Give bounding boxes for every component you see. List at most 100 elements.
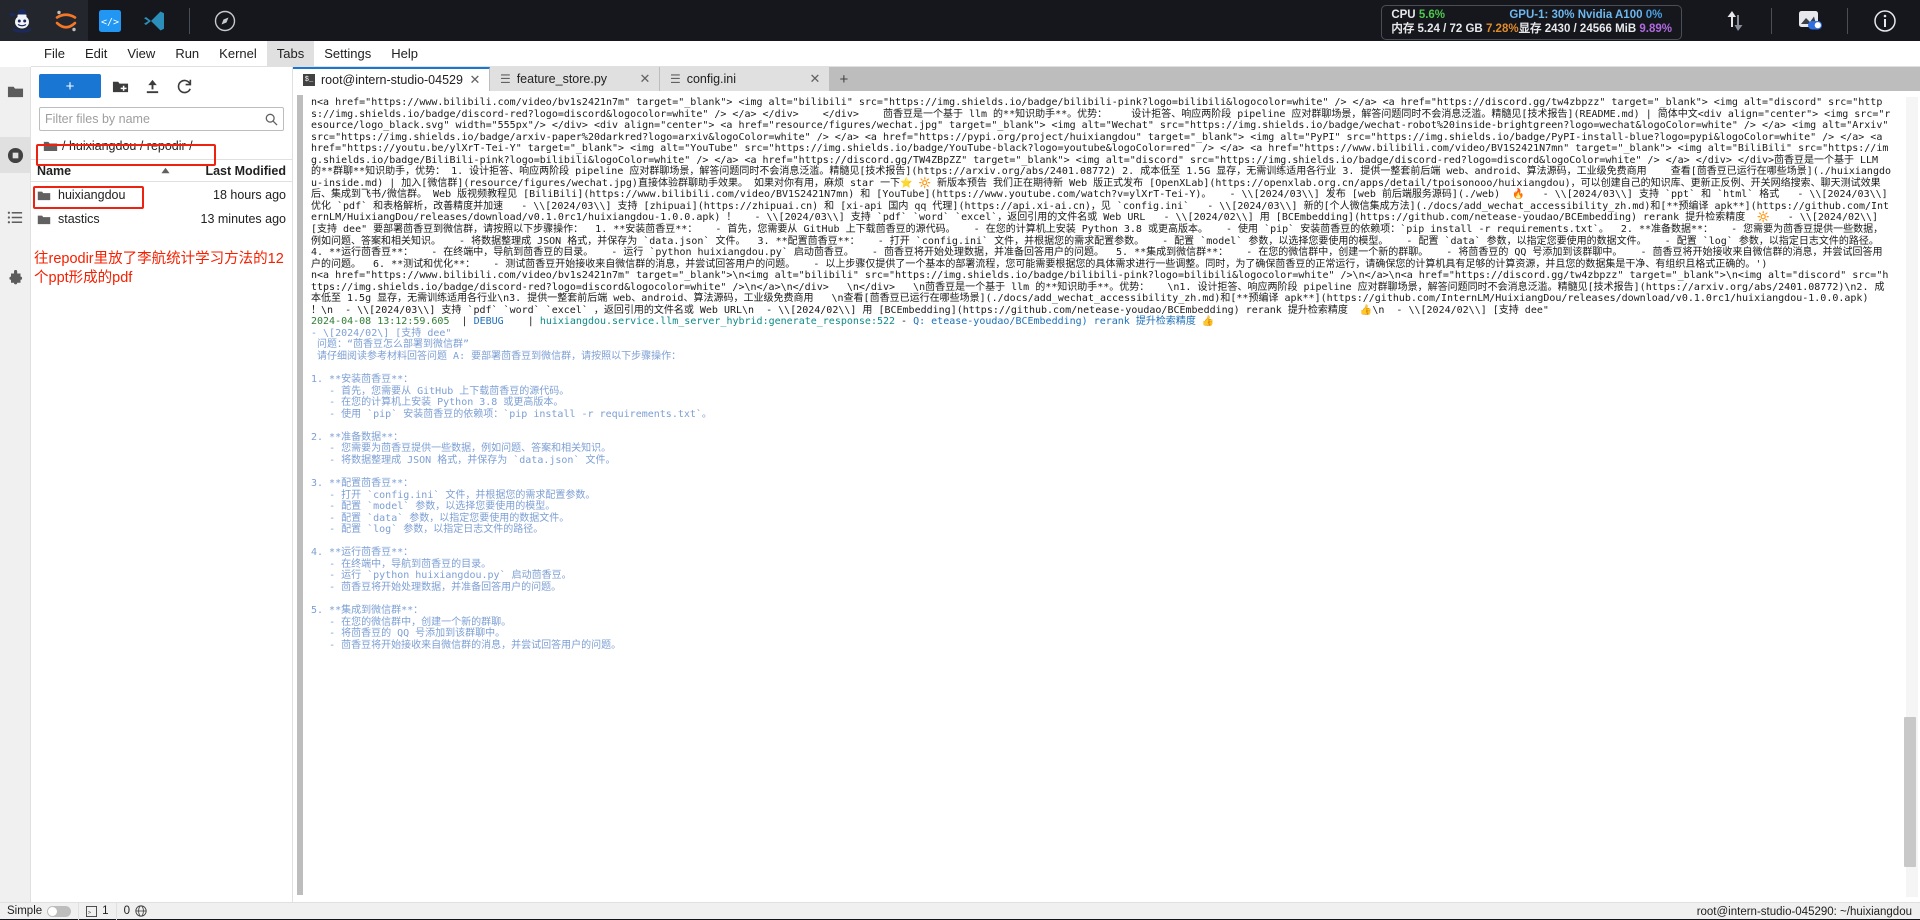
tab-feature-store[interactable]: ☰ feature_store.py ✕ <box>490 67 660 91</box>
rail-top-spacer <box>0 41 31 67</box>
sidebar-rail <box>0 67 31 919</box>
terminal-body-line: - 茴香豆将开始处理数据，并准备回答用户的问题。 <box>311 582 1891 594</box>
memory-percent: 7.28% <box>1486 23 1519 35</box>
close-icon[interactable]: ✕ <box>469 72 481 88</box>
vram-label: 显存 <box>1519 23 1542 35</box>
vram-value: 2430 / 24566 MiB <box>1545 23 1636 35</box>
breadcrumb[interactable]: / huixiangdou / repodir / <box>39 135 284 157</box>
add-tab-button[interactable]: + <box>830 67 858 91</box>
terminal-scrollbar-track[interactable] <box>1906 97 1918 897</box>
studio-logo-icon[interactable] <box>0 0 44 41</box>
jupyter-icon[interactable] <box>44 0 88 41</box>
terminal-body-line: - 打开 `config.ini` 文件，并根据您的需求配置参数。 <box>311 490 1891 502</box>
kernels-count: 0 <box>124 905 130 917</box>
terminal-body-line: 4. **运行茴香豆**： <box>311 547 1891 559</box>
file-text-icon: ☰ <box>670 72 681 86</box>
list-item-name: huixiangdou <box>58 188 125 202</box>
statusbar-kernels[interactable]: 0 <box>117 903 154 920</box>
terminal-body-line: - 配置 `log` 参数，以指定日志文件的路径。 <box>311 524 1891 536</box>
search-icon <box>265 113 278 126</box>
terminal-viewport[interactable]: n<a href="https://www.bilibili.com/video… <box>297 95 1897 895</box>
svg-text:</>: </> <box>101 17 119 28</box>
column-header-name[interactable]: Name <box>37 164 71 178</box>
terminal-body-line: - 配置 `model` 参数，以选择您要使用的模型。 <box>311 501 1891 513</box>
gpu-value: 0% <box>1646 9 1663 21</box>
topbar-divider <box>189 8 190 34</box>
compass-icon[interactable] <box>203 0 247 41</box>
menu-view[interactable]: View <box>117 41 165 67</box>
terminal-raw-line: n<a href="https://www.bilibili.com/video… <box>311 270 1891 305</box>
list-icon <box>7 209 24 226</box>
file-browser-toolbar: + <box>31 67 292 105</box>
terminal-body-line: - 在您的微信群中，创建一个新的群聊。 <box>311 617 1891 629</box>
search-input[interactable] <box>45 112 265 126</box>
menu-file[interactable]: File <box>34 41 75 67</box>
terminal-body-line: - 配置 `data` 参数，以指定您要使用的数据文件。 <box>311 513 1891 525</box>
search-box[interactable] <box>39 107 284 131</box>
terminal-body-line: - 运行 `python huixiangdou.py` 启动茴香豆。 <box>311 570 1891 582</box>
terminal-body-line: 3. **配置茴香豆**： <box>311 478 1891 490</box>
terminal-blank-line <box>311 420 1891 432</box>
tab-terminal[interactable]: $_ root@intern-studio-04529 ✕ <box>293 67 490 91</box>
cpu-label: CPU <box>1391 9 1415 21</box>
statusbar-terminals[interactable]: > 1 <box>79 903 116 920</box>
terminal-body-line: - 首先，您需要从 GitHub 上下载茴香豆的源代码。 <box>311 386 1891 398</box>
statusbar-prompt: root@intern-studio-045290: ~/huixiangdou <box>1697 906 1912 918</box>
new-launcher-button[interactable]: + <box>39 74 101 98</box>
vram-percent: 9.89% <box>1639 23 1672 35</box>
stop-circle-icon <box>7 147 24 164</box>
globe-icon <box>135 905 147 917</box>
terminal-log-line: 2024-04-08 13:12:59.605 | DEBUG | huixia… <box>311 316 1891 328</box>
simple-mode-toggle[interactable] <box>47 906 71 917</box>
menu-run[interactable]: Run <box>165 41 209 67</box>
tab-label: config.ini <box>687 72 803 86</box>
code-server-icon[interactable]: </> <box>88 0 132 41</box>
terminal-body-line: 请仔细阅读参考材料回答问题 A: 要部署茴香豆到微信群，请按照以下步骤操作： <box>311 351 1891 363</box>
sidebar-item-running[interactable] <box>0 137 31 173</box>
menu-tabs[interactable]: Tabs <box>267 41 314 67</box>
column-header-modified[interactable]: Last Modified <box>192 164 286 178</box>
menu-help[interactable]: Help <box>381 41 428 67</box>
terminal-icon: $_ <box>303 74 315 86</box>
upload-button[interactable] <box>139 74 165 98</box>
terminal-body-line: 2. **准备数据**： <box>311 432 1891 444</box>
terminal-panel[interactable]: n<a href="https://www.bilibili.com/video… <box>293 91 1920 902</box>
close-icon[interactable]: ✕ <box>639 71 651 87</box>
info-icon[interactable] <box>1872 8 1898 34</box>
refresh-button[interactable] <box>171 74 197 98</box>
tab-label: root@intern-studio-04529 <box>321 73 463 87</box>
terminal-scrollbar-thumb[interactable] <box>1904 717 1916 867</box>
tab-config-ini[interactable]: ☰ config.ini ✕ <box>660 67 830 91</box>
list-item[interactable]: huixiangdou 18 hours ago <box>31 184 292 206</box>
folder-icon <box>43 139 58 153</box>
list-item[interactable]: stastics 13 minutes ago <box>31 208 292 230</box>
menu-edit[interactable]: Edit <box>75 41 117 67</box>
menu-kernel[interactable]: Kernel <box>209 41 267 67</box>
memory-value: 5.24 / 72 GB <box>1418 23 1483 35</box>
file-list-header: Name Last Modified <box>31 159 292 182</box>
close-icon[interactable]: ✕ <box>809 71 821 87</box>
screenshot-toggle-icon[interactable] <box>1796 8 1824 34</box>
sidebar-item-toc[interactable] <box>0 199 31 235</box>
system-monitor: CPU 5.6% GPU-1: 30% Nvidia A100 0% 内存 5.… <box>1381 5 1682 40</box>
terminal-blank-line <box>311 536 1891 548</box>
svg-text:>: > <box>88 909 92 915</box>
sidebar-item-file-browser[interactable] <box>0 73 31 109</box>
terminals-count: 1 <box>102 905 108 917</box>
terminal-output: n<a href="https://www.bilibili.com/video… <box>307 95 1897 651</box>
terminal-body-line: 1. **安装茴香豆**： <box>311 374 1891 386</box>
statusbar-mode[interactable]: Simple <box>0 903 79 920</box>
tabstrip: $_ root@intern-studio-04529 ✕ ☰ feature_… <box>293 67 1920 91</box>
folder-icon <box>37 189 51 202</box>
sidebar-item-extensions[interactable] <box>0 261 31 297</box>
statusbar: Simple > 1 0 root@intern-studio-045290: … <box>0 902 1920 919</box>
terminal-icon: > <box>86 906 97 917</box>
system-topbar: </> CPU 5.6% GPU-1: 30% Nvidia A100 0% 内… <box>0 0 1920 41</box>
topbar-divider-2 <box>1771 8 1772 34</box>
new-folder-button[interactable] <box>107 74 133 98</box>
menu-settings[interactable]: Settings <box>314 41 381 67</box>
network-traffic-icon[interactable] <box>1722 8 1748 34</box>
vscode-icon[interactable] <box>132 0 176 41</box>
file-text-icon: ☰ <box>500 72 511 86</box>
sort-ascending-icon <box>161 167 170 174</box>
